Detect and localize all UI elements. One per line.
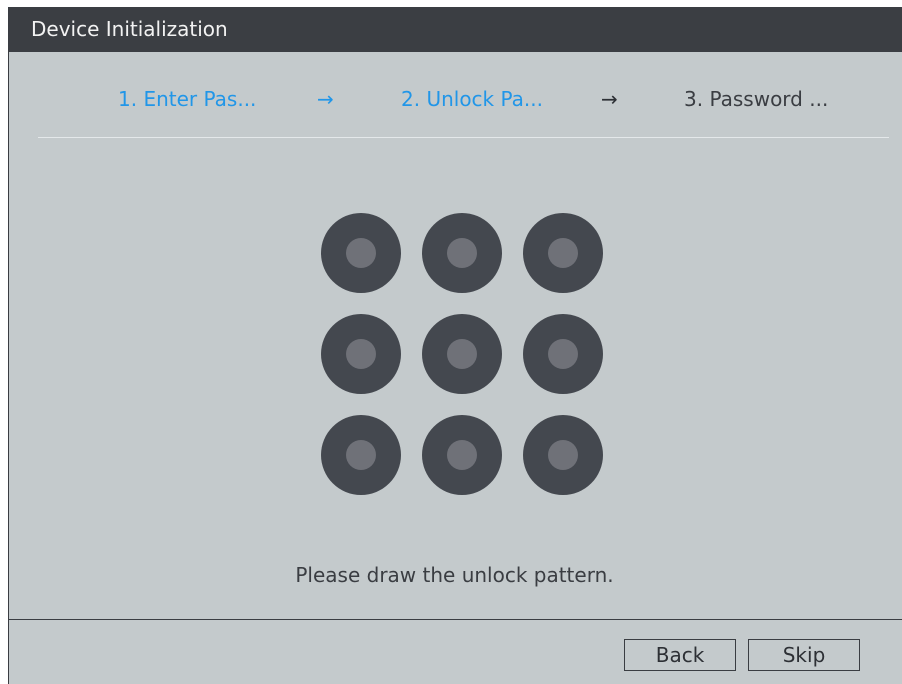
step-2-number: 2. bbox=[401, 87, 421, 111]
step-2-label: Unlock Pa... bbox=[426, 87, 543, 111]
pattern-dot-center bbox=[346, 339, 376, 369]
footer-divider bbox=[9, 619, 902, 620]
pattern-dot-8[interactable] bbox=[422, 415, 502, 495]
step-1-number: 1. bbox=[118, 87, 138, 111]
step-arrow-icon: → bbox=[601, 87, 618, 111]
step-2: 2. Unlock Pa... bbox=[401, 87, 543, 111]
step-3-number: 3. bbox=[684, 87, 704, 111]
step-1-label: Enter Pas... bbox=[143, 87, 257, 111]
pattern-dot-center bbox=[447, 238, 477, 268]
pattern-dot-center bbox=[548, 339, 578, 369]
pattern-dot-center bbox=[447, 440, 477, 470]
step-indicator: 1. Enter Pas... → 2. Unlock Pa... → 3. P… bbox=[9, 75, 902, 125]
step-3: 3. Password ... bbox=[684, 87, 828, 111]
device-initialization-dialog: Device Initialization 1. Enter Pas... → … bbox=[8, 7, 902, 684]
pattern-dot-center bbox=[548, 238, 578, 268]
pattern-dot-center bbox=[548, 440, 578, 470]
pattern-dot-9[interactable] bbox=[523, 415, 603, 495]
step-divider bbox=[38, 137, 889, 138]
pattern-dot-center bbox=[447, 339, 477, 369]
pattern-dot-2[interactable] bbox=[422, 213, 502, 293]
dialog-title: Device Initialization bbox=[9, 7, 902, 52]
back-button[interactable]: Back bbox=[624, 639, 736, 671]
pattern-dot-7[interactable] bbox=[321, 415, 401, 495]
pattern-dot-center bbox=[346, 238, 376, 268]
step-1: 1. Enter Pas... bbox=[118, 87, 256, 111]
pattern-dot-center bbox=[346, 440, 376, 470]
pattern-dot-4[interactable] bbox=[321, 314, 401, 394]
step-3-label: Password ... bbox=[709, 87, 829, 111]
pattern-dot-5[interactable] bbox=[422, 314, 502, 394]
pattern-dot-6[interactable] bbox=[523, 314, 603, 394]
pattern-hint-text: Please draw the unlock pattern. bbox=[295, 563, 614, 587]
pattern-dot-1[interactable] bbox=[321, 213, 401, 293]
skip-button[interactable]: Skip bbox=[748, 639, 860, 671]
pattern-dot-3[interactable] bbox=[523, 213, 603, 293]
step-arrow-icon: → bbox=[317, 87, 334, 111]
